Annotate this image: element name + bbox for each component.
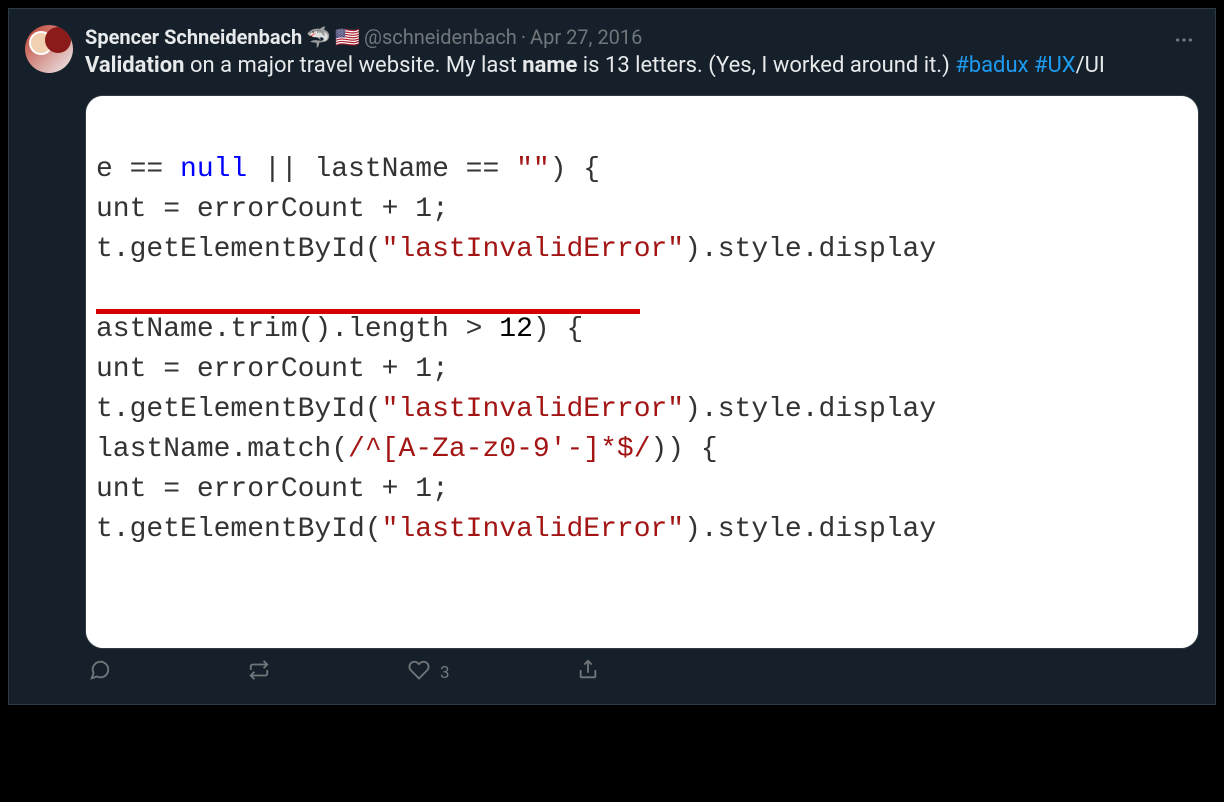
code-line: t.getElementById("lastInvalidError").sty… xyxy=(96,514,936,545)
text-trailing: /UI xyxy=(1076,53,1105,78)
more-options-button[interactable] xyxy=(1173,29,1195,55)
text-segment: on a major travel website. My last xyxy=(184,53,522,78)
text-segment: is 13 letters. (Yes, I worked around it.… xyxy=(577,53,955,78)
separator-dot: · xyxy=(521,25,526,49)
code-line: lastName.match(/^[A-Za-z0-9'-]*$/)) { xyxy=(96,434,718,465)
code-line: e == null || lastName == "") { xyxy=(96,154,600,185)
avatar-column xyxy=(25,25,73,696)
like-button[interactable]: 3 xyxy=(408,659,450,686)
shark-emoji: 🦈 xyxy=(306,27,331,47)
hashtag-ux[interactable]: #UX xyxy=(1034,53,1076,78)
like-count: 3 xyxy=(440,663,450,683)
tweet-text: Validation on a major travel website. My… xyxy=(85,51,1199,81)
flag-emoji: 🇺🇸 xyxy=(335,27,360,47)
code-line: t.getElementById("lastInvalidError").sty… xyxy=(96,234,936,265)
content-column: Spencer Schneidenbach 🦈 🇺🇸 @schneidenbac… xyxy=(85,25,1199,696)
code-line: t.getElementById("lastInvalidError").sty… xyxy=(96,394,936,425)
red-underline-annotation xyxy=(96,309,640,314)
action-bar: 3 xyxy=(89,659,609,686)
heart-icon xyxy=(408,659,430,686)
code-line: unt = errorCount + 1; xyxy=(96,474,449,505)
handle[interactable]: @schneidenbach xyxy=(364,25,517,49)
bold-word-name: name xyxy=(522,53,577,78)
share-icon xyxy=(577,659,599,686)
tweet-date[interactable]: Apr 27, 2016 xyxy=(530,25,642,49)
code-line: astName.trim().length > 12) { xyxy=(96,314,583,345)
tweet-inner: Spencer Schneidenbach 🦈 🇺🇸 @schneidenbac… xyxy=(9,9,1215,704)
display-name[interactable]: Spencer Schneidenbach xyxy=(85,25,302,49)
tweet-card: Spencer Schneidenbach 🦈 🇺🇸 @schneidenbac… xyxy=(8,8,1216,705)
retweet-icon xyxy=(248,659,270,686)
share-button[interactable] xyxy=(577,659,609,686)
bold-word-validation: Validation xyxy=(85,53,184,78)
hashtag-badux[interactable]: #badux xyxy=(955,53,1028,78)
reply-icon xyxy=(89,659,111,686)
media-attachment[interactable]: e == null || lastName == "") { unt = err… xyxy=(85,95,1199,649)
avatar[interactable] xyxy=(25,25,73,73)
reply-button[interactable] xyxy=(89,659,121,686)
retweet-button[interactable] xyxy=(248,659,280,686)
code-screenshot: e == null || lastName == "") { unt = err… xyxy=(86,96,1198,648)
code-line: unt = errorCount + 1; xyxy=(96,194,449,225)
code-blank-line xyxy=(96,274,113,305)
code-line: unt = errorCount + 1; xyxy=(96,354,449,385)
tweet-header: Spencer Schneidenbach 🦈 🇺🇸 @schneidenbac… xyxy=(85,25,1199,49)
